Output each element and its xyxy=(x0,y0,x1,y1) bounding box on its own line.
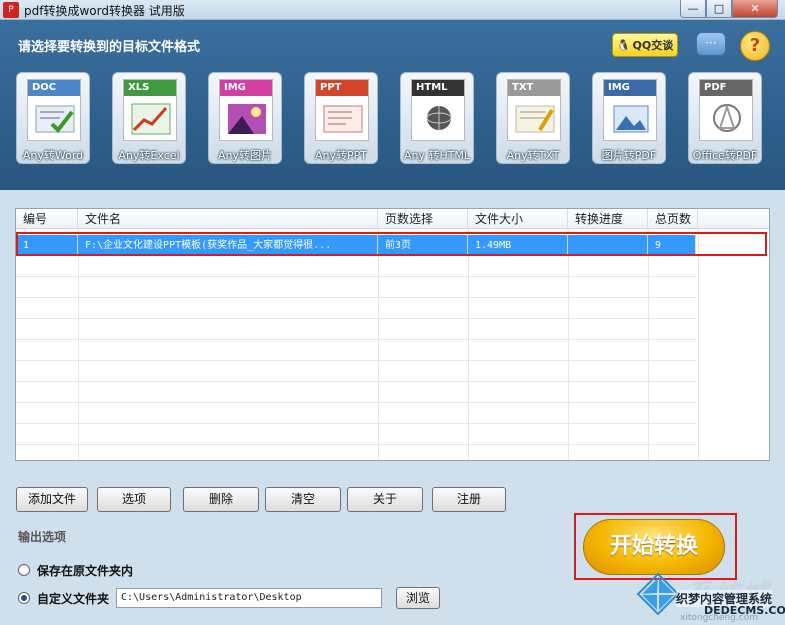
empty-row xyxy=(16,424,696,445)
file-icon: DOC xyxy=(27,79,81,141)
tool-label: Any转图片 xyxy=(217,149,272,162)
radio-original-folder[interactable] xyxy=(18,564,30,576)
tool-label: Any转Word xyxy=(22,149,84,162)
help-icon[interactable]: ? xyxy=(740,31,770,61)
options-button[interactable]: 选项 xyxy=(97,487,171,512)
file-icon: IMG xyxy=(603,79,657,141)
tool-any转word[interactable]: DOC Any转Word xyxy=(16,72,90,164)
format-tag: IMG xyxy=(220,80,272,96)
tool-label: Any 转HTML xyxy=(403,149,471,162)
tool-label: Any转PPT xyxy=(315,149,367,162)
tool-any转图片[interactable]: IMG Any转图片 xyxy=(208,72,282,164)
watermark-site: xitongcheng.com xyxy=(680,613,758,623)
tool-any转ppt[interactable]: PPT Any转PPT xyxy=(304,72,378,164)
format-picture-icon xyxy=(713,103,741,132)
empty-row xyxy=(16,277,696,298)
browse-button[interactable]: 浏览 xyxy=(396,587,440,609)
qq-chat-label: QQ交谈 xyxy=(632,39,674,52)
chat-bubble-icon[interactable]: ··· xyxy=(696,32,726,56)
file-icon: HTML xyxy=(411,79,465,141)
radio-custom-folder[interactable] xyxy=(18,592,30,604)
original-folder-label[interactable]: 保存在原文件夹内 xyxy=(37,562,133,579)
format-picture-icon xyxy=(131,103,171,135)
format-picture-icon xyxy=(228,104,266,134)
format-tag: IMG xyxy=(604,80,656,96)
empty-row xyxy=(16,340,696,361)
format-tag: PDF xyxy=(700,80,752,96)
header-progress[interactable]: 转换进度 xyxy=(568,209,648,229)
format-tag: TXT xyxy=(508,80,560,96)
format-picture-icon xyxy=(515,105,555,133)
header-index[interactable]: 编号 xyxy=(16,209,78,229)
title-bar: P pdf转换成word转换器 试用版 — □ ✕ xyxy=(0,0,785,20)
empty-row xyxy=(16,403,696,424)
format-tag: HTML xyxy=(412,80,464,96)
empty-row xyxy=(16,319,696,340)
about-button[interactable]: 关于 xyxy=(347,487,423,512)
header-file-size[interactable]: 文件大小 xyxy=(468,209,568,229)
header-filename[interactable]: 文件名 xyxy=(78,209,378,229)
empty-row xyxy=(16,382,696,403)
file-icon: IMG xyxy=(219,79,273,141)
add-file-button[interactable]: 添加文件 xyxy=(16,487,88,512)
start-convert-button[interactable]: 开始转换 xyxy=(583,519,725,575)
tool-label: 图片转PDF xyxy=(601,149,657,162)
custom-folder-label[interactable]: 自定义文件夹 xyxy=(37,590,109,607)
header-total-pages[interactable]: 总页数 xyxy=(648,209,698,229)
format-tag: XLS xyxy=(124,80,176,96)
tool-图片转pdf[interactable]: IMG 图片转PDF xyxy=(592,72,666,164)
qq-icon: 🐧 xyxy=(616,38,631,52)
empty-row xyxy=(16,361,696,382)
tool-label: Any转Excel xyxy=(118,149,180,162)
format-picture-icon xyxy=(35,105,75,134)
output-path-field[interactable]: C:\Users\Administrator\Desktop xyxy=(116,588,382,608)
empty-row xyxy=(16,445,696,460)
clear-button[interactable]: 清空 xyxy=(265,487,341,512)
format-tag: DOC xyxy=(28,80,80,96)
register-button[interactable]: 注册 xyxy=(432,487,506,512)
delete-button[interactable]: 删除 xyxy=(183,487,259,512)
qq-chat-button[interactable]: 🐧 QQ交谈 xyxy=(612,33,678,57)
format-picture-icon xyxy=(323,105,363,133)
minimize-button[interactable]: — xyxy=(680,0,706,18)
tool-label: Office转PDF xyxy=(692,149,758,162)
column-divider xyxy=(698,229,699,460)
selection-highlight-frame xyxy=(16,232,767,256)
format-prompt: 请选择要转换到的目标文件格式 xyxy=(18,40,201,55)
format-picture-icon xyxy=(426,106,452,130)
tool-label: Any转TXT xyxy=(506,149,560,162)
windows-logo-icon xyxy=(636,572,680,616)
empty-row xyxy=(16,256,696,277)
file-icon: PPT xyxy=(315,79,369,141)
format-tag: PPT xyxy=(316,80,368,96)
close-button[interactable]: ✕ xyxy=(732,0,778,18)
app-pdf-icon: P xyxy=(3,2,19,18)
tool-any转excel[interactable]: XLS Any转Excel xyxy=(112,72,186,164)
table-header: 编号 文件名 页数选择 文件大小 转换进度 总页数 xyxy=(16,209,769,229)
file-icon: XLS xyxy=(123,79,177,141)
tool-any转txt[interactable]: TXT Any转TXT xyxy=(496,72,570,164)
output-options-label: 输出选项 xyxy=(18,530,67,544)
empty-row xyxy=(16,298,696,319)
format-panel: 请选择要转换到的目标文件格式 🐧 QQ交谈 ··· ? DOC Any转Word X… xyxy=(0,20,785,190)
maximize-button[interactable]: □ xyxy=(706,0,732,18)
tool-office转pdf[interactable]: PDF Office转PDF xyxy=(688,72,762,164)
file-icon: PDF xyxy=(699,79,753,141)
format-picture-icon xyxy=(613,105,649,133)
file-icon: TXT xyxy=(507,79,561,141)
header-page-select[interactable]: 页数选择 xyxy=(378,209,468,229)
tool-any-转html[interactable]: HTML Any 转HTML xyxy=(400,72,474,164)
window-title: pdf转换成word转换器 试用版 xyxy=(24,4,185,18)
